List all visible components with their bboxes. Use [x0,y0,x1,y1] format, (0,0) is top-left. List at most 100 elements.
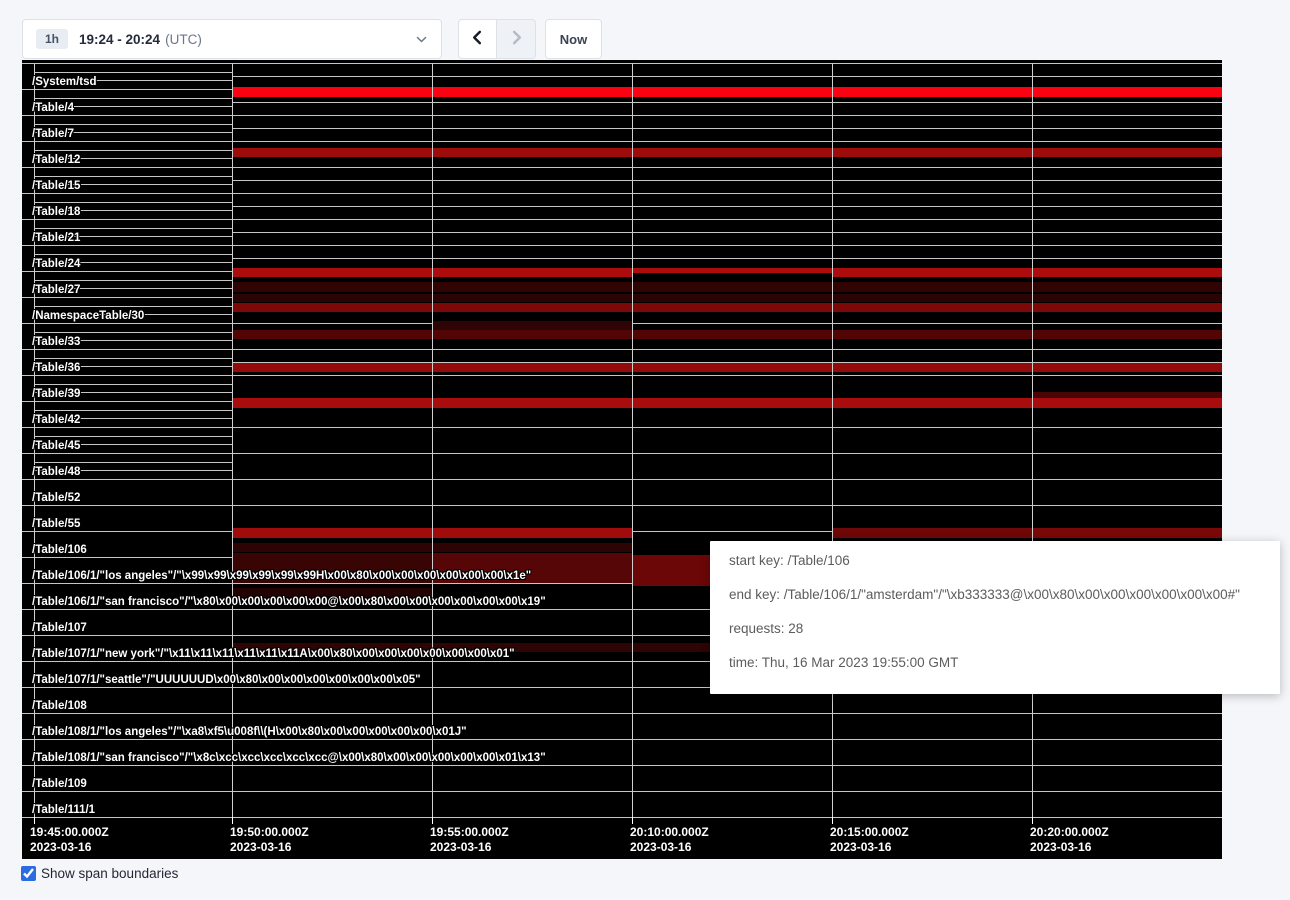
row-label: /Table/106/1/"san francisco"/"\x80\x00\x… [32,595,546,609]
grid-line [232,206,1222,207]
heat-band[interactable] [232,282,1222,292]
heat-band[interactable] [232,303,1222,312]
tooltip-end-key: end key: /Table/106/1/"amsterdam"/"\xb33… [729,578,1261,612]
grid-line [22,713,1222,714]
now-button[interactable]: Now [545,19,602,59]
previous-interval-button[interactable] [458,19,497,59]
row-label: /Table/4 [32,101,74,115]
time-axis-label: 19:55:00.000Z2023-03-16 [430,825,509,855]
heat-band[interactable] [232,363,1222,372]
chevron-down-icon [415,33,428,46]
heat-band[interactable] [232,330,1222,339]
grid-line [34,358,232,359]
grid-line [232,63,233,817]
grid-line [34,202,232,203]
row-label: /Table/107/1/"seattle"/"UUUUUUD\x00\x80\… [32,673,421,687]
grid-line [832,63,833,817]
grid-line [34,228,232,229]
row-label: /NamespaceTable/30 [32,309,144,323]
grid-line [34,176,232,177]
grid-line [22,739,1222,740]
grid-line [22,791,1222,792]
row-label: /Table/27 [32,283,80,297]
key-visualizer-heatmap[interactable]: /System/tsd/Table/4/Table/7/Table/12/Tab… [22,60,1222,859]
row-label: /Table/18 [32,205,80,219]
grid-line [22,63,1222,64]
grid-line [232,232,1222,233]
axis-tick [632,817,633,824]
next-interval-button[interactable] [497,19,536,59]
heat-band[interactable] [632,268,832,273]
row-label: /Table/24 [32,257,80,271]
axis-tick [232,817,233,824]
grid-line [34,436,232,437]
row-label: /Table/21 [32,231,80,245]
row-label: /Table/108/1/"san francisco"/"\x8c\xcc\x… [32,751,546,765]
grid-line [34,410,232,411]
heat-band[interactable] [232,87,1222,97]
grid-line [22,349,1222,350]
grid-line [34,332,232,333]
grid-line [34,150,232,151]
grid-line [232,102,1222,103]
row-label: /Table/106/1/"los angeles"/"\x99\x99\x99… [32,569,531,583]
axis-tick [432,817,433,824]
grid-line [22,115,1222,116]
grid-line [22,193,1222,194]
row-label: /Table/109 [32,777,87,791]
chevron-left-icon [470,30,485,48]
time-range-selector[interactable]: 1h 19:24 - 20:24 (UTC) [22,19,442,59]
row-label: /Table/48 [32,465,80,479]
grid-line [22,141,1222,142]
grid-line [22,375,1222,376]
grid-line [432,63,433,817]
heat-band[interactable] [832,528,1032,538]
row-label: /Table/42 [32,413,80,427]
time-axis-label: 20:20:00.000Z2023-03-16 [1030,825,1109,855]
row-label: /Table/12 [32,153,80,167]
grid-line [1032,63,1033,817]
heat-band[interactable] [432,321,632,330]
row-label: /Table/52 [32,491,80,505]
heat-band[interactable] [232,148,1222,157]
row-label: /Table/107/1/"new york"/"\x11\x11\x11\x1… [32,647,515,661]
time-nav-group [458,19,536,59]
grid-line [34,72,232,73]
grid-line [34,124,232,125]
grid-line [34,306,232,307]
row-label: /Table/108/1/"los angeles"/"\xa8\xf5\u00… [32,725,467,739]
axis-tick [832,817,833,824]
row-label: /System/tsd [32,75,97,89]
heat-band[interactable] [1032,528,1222,538]
tooltip-requests: requests: 28 [729,612,1261,646]
show-span-boundaries-label: Show span boundaries [41,866,178,881]
row-label: /Table/55 [32,517,80,531]
grid-line [232,180,1222,181]
row-label: /Table/15 [32,179,80,193]
row-label: /Table/106 [32,543,87,557]
heat-band[interactable] [232,294,1222,302]
row-label: /Table/45 [32,439,80,453]
tooltip-start-key: start key: /Table/106 [729,544,1261,578]
grid-line [22,765,1222,766]
grid-line [22,453,1222,454]
time-axis-label: 20:10:00.000Z2023-03-16 [630,825,709,855]
grid-line [22,219,1222,220]
toolbar: 1h 19:24 - 20:24 (UTC) Now [22,19,602,59]
grid-line [232,258,1222,259]
heat-band[interactable] [232,398,1222,408]
row-label: /Table/7 [32,127,74,141]
row-label: /Table/39 [32,387,80,401]
grid-line [34,280,232,281]
chevron-right-icon [509,30,524,48]
row-label: /Table/111/1 [32,803,95,817]
time-axis-label: 19:45:00.000Z2023-03-16 [30,825,109,855]
row-label: /Table/107 [32,621,87,635]
grid-line [22,479,1222,480]
row-label: /Table/36 [32,361,80,375]
show-span-boundaries[interactable]: Show span boundaries [21,866,178,881]
show-span-boundaries-checkbox[interactable] [21,866,36,881]
grid-line [22,817,1222,818]
grid-line [232,76,1222,77]
heat-band[interactable] [832,268,1222,277]
